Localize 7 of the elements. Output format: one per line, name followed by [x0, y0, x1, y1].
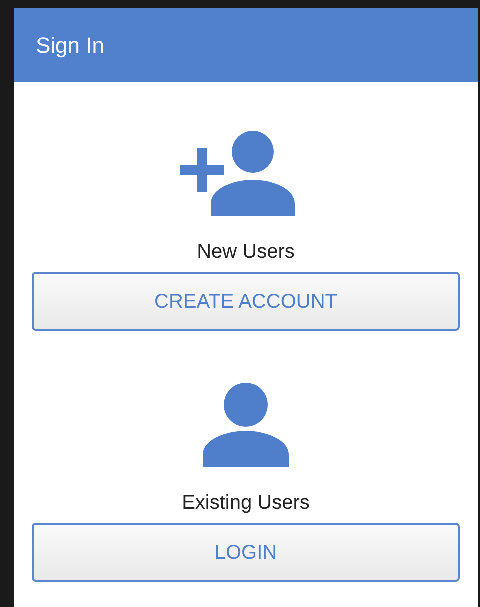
create-account-button[interactable]: CREATE ACCOUNT — [32, 272, 460, 331]
section-label: Existing Users — [182, 491, 310, 515]
page-title: Sign In — [36, 32, 104, 60]
section-label: New Users — [197, 240, 295, 264]
login-button[interactable]: LOGIN — [32, 523, 460, 582]
person-icon — [203, 383, 289, 467]
add-person-icon — [180, 130, 298, 216]
